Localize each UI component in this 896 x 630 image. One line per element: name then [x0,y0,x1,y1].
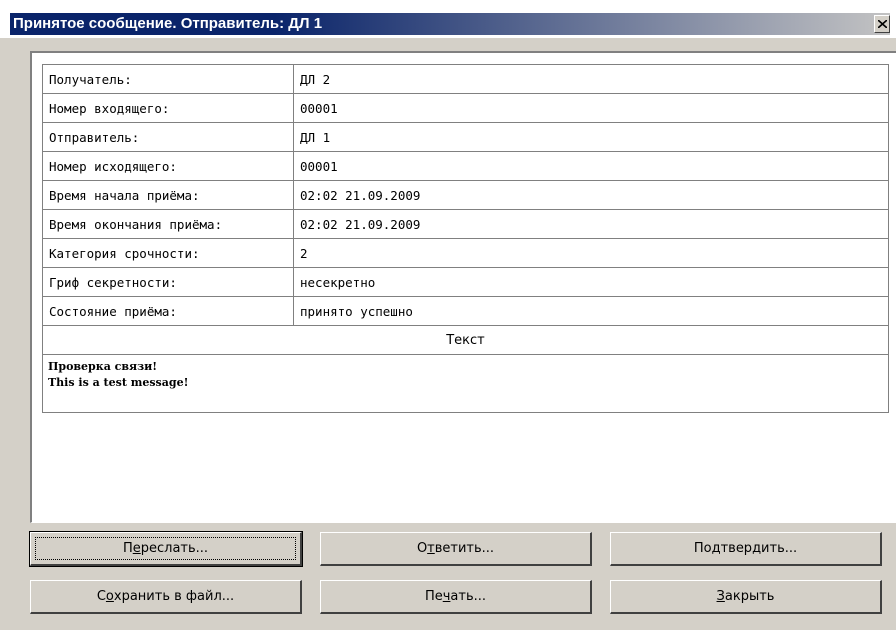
button-label-part: С [96,589,106,604]
field-label: Время начала приёма: [42,180,294,210]
field-value: 02:02 21.09.2009 [293,180,889,210]
text-body-row: Проверка связи! This is a test message! [42,354,889,413]
table-row: Категория срочности: 2 [42,238,889,268]
title-strip[interactable]: Принятое сообщение. Отправитель: ДЛ 1 [10,13,890,35]
table-row: Состояние приёма: принято успешно [42,296,889,326]
forward-button[interactable]: Переслать... [29,531,303,567]
save-to-file-button[interactable]: Сохранить в файл... [30,580,302,614]
dialog-body: Получатель: ДЛ 2 Номер входящего: 00001 … [8,38,896,630]
close-x-icon [878,20,887,28]
field-value: 00001 [293,93,889,123]
text-section-header: Текст [42,325,889,355]
close-window-button[interactable] [874,15,890,33]
message-line: Проверка связи! [48,360,158,373]
access-key: е [132,541,141,556]
table-row: Получатель: ДЛ 2 [42,64,889,94]
button-label-part: ать... [450,589,487,604]
button-label-part: хранить в файл... [113,589,235,604]
button-label-part: О [416,541,428,556]
field-value: принято успешно [293,296,889,326]
field-label: Номер исходящего: [42,151,294,181]
button-label-part: П [122,541,133,556]
close-button[interactable]: Закрыть [610,580,882,614]
field-value: 00001 [293,151,889,181]
table-row: Отправитель: ДЛ 1 [42,122,889,152]
field-label: Номер входящего: [42,93,294,123]
button-label-part: ветить... [434,541,495,556]
table-row: Гриф секретности: несекретно [42,267,889,297]
field-value: ДЛ 1 [293,122,889,152]
message-line: This is a test message! [48,376,189,389]
field-label: Гриф секретности: [42,267,294,297]
print-button[interactable]: Печать... [320,580,592,614]
field-label: Отправитель: [42,122,294,152]
access-key: т [427,541,435,556]
title-bar: Принятое сообщение. Отправитель: ДЛ 1 [0,0,896,38]
button-label-part: Пе [424,589,443,604]
access-key: д [711,541,721,556]
button-label-part: твердить... [720,541,798,556]
reply-button[interactable]: Ответить... [320,532,592,566]
table-row: Номер входящего: 00001 [42,93,889,123]
access-key: З [716,589,725,604]
window-title: Принятое сообщение. Отправитель: ДЛ 1 [13,15,323,32]
field-label: Состояние приёма: [42,296,294,326]
table-row: Номер исходящего: 00001 [42,151,889,181]
field-label: Категория срочности: [42,238,294,268]
button-label-part: реслать... [140,541,209,556]
button-label-part: акрыть [724,589,775,604]
table-row: Время окончания приёма: 02:02 21.09.2009 [42,209,889,239]
field-value: ДЛ 2 [293,64,889,94]
message-panel: Получатель: ДЛ 2 Номер входящего: 00001 … [30,51,896,523]
button-label-part: По [693,541,712,556]
access-key: о [105,589,114,604]
text-header-row: Текст [42,325,889,355]
message-text: Проверка связи! This is a test message! [42,354,889,413]
field-value: несекретно [293,267,889,297]
confirm-button[interactable]: Подтвердить... [610,532,882,566]
field-value: 02:02 21.09.2009 [293,209,889,239]
table-row: Время начала приёма: 02:02 21.09.2009 [42,180,889,210]
field-label: Время окончания приёма: [42,209,294,239]
field-value: 2 [293,238,889,268]
field-label: Получатель: [42,64,294,94]
message-info-table: Получатель: ДЛ 2 Номер входящего: 00001 … [42,64,889,413]
